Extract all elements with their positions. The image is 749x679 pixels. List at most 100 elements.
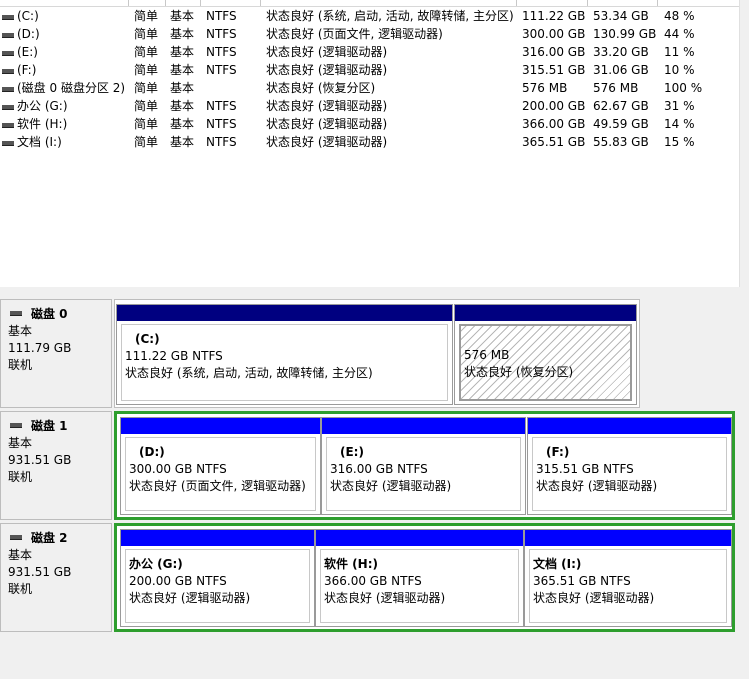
volume-free-percent: 100 % (664, 81, 703, 95)
column-separator[interactable] (128, 0, 129, 6)
partition-g[interactable]: 办公 (G:) 200.00 GB NTFS 状态良好 (逻辑驱动器) (120, 529, 315, 627)
volume-row[interactable]: 软件 (H:) 简单 基本 NTFS 状态良好 (逻辑驱动器) 366.00 G… (0, 115, 739, 133)
disk-title: 磁盘 0 (31, 307, 68, 321)
partition-size: 111.22 GB NTFS (125, 349, 223, 363)
logical-drive-bar (121, 418, 320, 434)
volume-capacity: 300.00 GB (522, 27, 586, 41)
column-separator[interactable] (200, 0, 201, 6)
column-separator[interactable] (165, 0, 166, 6)
volume-type: 基本 (170, 117, 195, 131)
volume-capacity: 316.00 GB (522, 45, 586, 59)
partition-i[interactable]: 文档 (I:) 365.51 GB NTFS 状态良好 (逻辑驱动器) (524, 529, 732, 627)
volume-capacity: 365.51 GB (522, 135, 586, 149)
partition-f[interactable]: (F:) 315.51 GB NTFS 状态良好 (逻辑驱动器) (527, 417, 732, 515)
partition-info: (F:) 315.51 GB NTFS 状态良好 (逻辑驱动器) (532, 437, 727, 511)
volume-name: (C:) (17, 9, 39, 23)
volume-status: 状态良好 (逻辑驱动器) (266, 45, 388, 59)
partition-status: 状态良好 (逻辑驱动器) (533, 591, 655, 605)
volume-name: (D:) (17, 27, 40, 41)
drive-icon (2, 123, 14, 128)
volume-layout: 简单 (134, 27, 159, 41)
volume-free: 31.06 GB (593, 63, 649, 77)
volume-row[interactable]: (E:) 简单 基本 NTFS 状态良好 (逻辑驱动器) 316.00 GB 3… (0, 43, 739, 61)
volume-row[interactable]: 文档 (I:) 简单 基本 NTFS 状态良好 (逻辑驱动器) 365.51 G… (0, 133, 739, 151)
partition-d[interactable]: (D:) 300.00 GB NTFS 状态良好 (页面文件, 逻辑驱动器) (120, 417, 321, 515)
volume-free-percent: 15 % (664, 135, 695, 149)
volume-free: 49.59 GB (593, 117, 649, 131)
partition-status: 状态良好 (逻辑驱动器) (330, 479, 452, 493)
volume-capacity: 576 MB (522, 81, 568, 95)
disk-state: 联机 (8, 470, 33, 484)
volume-list[interactable]: (C:) 简单 基本 NTFS 状态良好 (系统, 启动, 活动, 故障转储, … (0, 0, 739, 287)
partition-info: 576 MB 状态良好 (恢复分区) (459, 324, 632, 401)
drive-icon (2, 105, 14, 110)
disk-size: 931.51 GB (8, 453, 72, 467)
vertical-scrollbar[interactable] (739, 0, 749, 287)
partition-status: 状态良好 (逻辑驱动器) (536, 479, 658, 493)
disk-2-label[interactable]: 磁盘 2 基本 931.51 GB 联机 (0, 523, 112, 632)
volume-free: 576 MB (593, 81, 639, 95)
partition-info: 办公 (G:) 200.00 GB NTFS 状态良好 (逻辑驱动器) (125, 549, 310, 623)
disk-1-label[interactable]: 磁盘 1 基本 931.51 GB 联机 (0, 411, 112, 520)
column-separator[interactable] (587, 0, 588, 6)
partition-size: 576 MB (464, 348, 510, 362)
volume-layout: 简单 (134, 135, 159, 149)
volume-type: 基本 (170, 135, 195, 149)
volume-layout: 简单 (134, 81, 159, 95)
logical-drive-bar (316, 530, 523, 546)
volume-layout: 简单 (134, 45, 159, 59)
volume-status: 状态良好 (逻辑驱动器) (266, 135, 388, 149)
disk-state: 联机 (8, 358, 33, 372)
disk-icon (10, 423, 22, 428)
volume-layout: 简单 (134, 99, 159, 113)
volume-free-percent: 31 % (664, 99, 695, 113)
drive-icon (2, 87, 14, 92)
partition-info: (D:) 300.00 GB NTFS 状态良好 (页面文件, 逻辑驱动器) (125, 437, 316, 511)
volume-row[interactable]: 办公 (G:) 简单 基本 NTFS 状态良好 (逻辑驱动器) 200.00 G… (0, 97, 739, 115)
drive-icon (2, 15, 14, 20)
partition-size: 300.00 GB NTFS (129, 462, 227, 476)
partition-name: (E:) (340, 445, 364, 459)
partition-e[interactable]: (E:) 316.00 GB NTFS 状态良好 (逻辑驱动器) (321, 417, 526, 515)
pane-splitter[interactable] (0, 287, 749, 295)
volume-type: 基本 (170, 27, 195, 41)
partition-name: 软件 (H:) (324, 557, 378, 571)
volume-free: 33.20 GB (593, 45, 649, 59)
volume-type: 基本 (170, 99, 195, 113)
drive-icon (2, 141, 14, 146)
disk-type: 基本 (8, 324, 33, 338)
disk-title: 磁盘 1 (31, 419, 68, 433)
volume-name: 文档 (I:) (17, 135, 62, 149)
partition-h[interactable]: 软件 (H:) 366.00 GB NTFS 状态良好 (逻辑驱动器) (315, 529, 524, 627)
volume-fs: NTFS (206, 63, 237, 77)
partition-c[interactable]: (C:) 111.22 GB NTFS 状态良好 (系统, 启动, 活动, 故障… (116, 304, 453, 405)
column-header-strip[interactable] (0, 0, 739, 7)
logical-drive-bar (525, 530, 731, 546)
partition-size: 365.51 GB NTFS (533, 574, 631, 588)
partition-status: 状态良好 (逻辑驱动器) (324, 591, 446, 605)
volume-status: 状态良好 (逻辑驱动器) (266, 99, 388, 113)
disk-size: 931.51 GB (8, 565, 72, 579)
volume-fs: NTFS (206, 27, 237, 41)
drive-icon (2, 51, 14, 56)
column-separator[interactable] (657, 0, 658, 6)
column-separator[interactable] (516, 0, 517, 6)
volume-row[interactable]: (磁盘 0 磁盘分区 2) 简单 基本 状态良好 (恢复分区) 576 MB 5… (0, 79, 739, 97)
drive-icon (2, 33, 14, 38)
volume-name: (E:) (17, 45, 38, 59)
volume-free: 55.83 GB (593, 135, 649, 149)
volume-type: 基本 (170, 81, 195, 95)
volume-fs: NTFS (206, 99, 237, 113)
volume-row[interactable]: (D:) 简单 基本 NTFS 状态良好 (页面文件, 逻辑驱动器) 300.0… (0, 25, 739, 43)
column-separator[interactable] (260, 0, 261, 6)
volume-fs: NTFS (206, 135, 237, 149)
partition-name: 办公 (G:) (129, 557, 183, 571)
disk-type: 基本 (8, 548, 33, 562)
volume-row[interactable]: (F:) 简单 基本 NTFS 状态良好 (逻辑驱动器) 315.51 GB 3… (0, 61, 739, 79)
primary-partition-bar (117, 305, 452, 321)
volume-row[interactable]: (C:) 简单 基本 NTFS 状态良好 (系统, 启动, 活动, 故障转储, … (0, 7, 739, 25)
extended-partition-disk-1: (D:) 300.00 GB NTFS 状态良好 (页面文件, 逻辑驱动器) (… (114, 411, 735, 520)
disk-0-label[interactable]: 磁盘 0 基本 111.79 GB 联机 (0, 299, 112, 408)
partition-recovery[interactable]: 576 MB 状态良好 (恢复分区) (454, 304, 637, 405)
partition-status: 状态良好 (恢复分区) (464, 365, 574, 379)
